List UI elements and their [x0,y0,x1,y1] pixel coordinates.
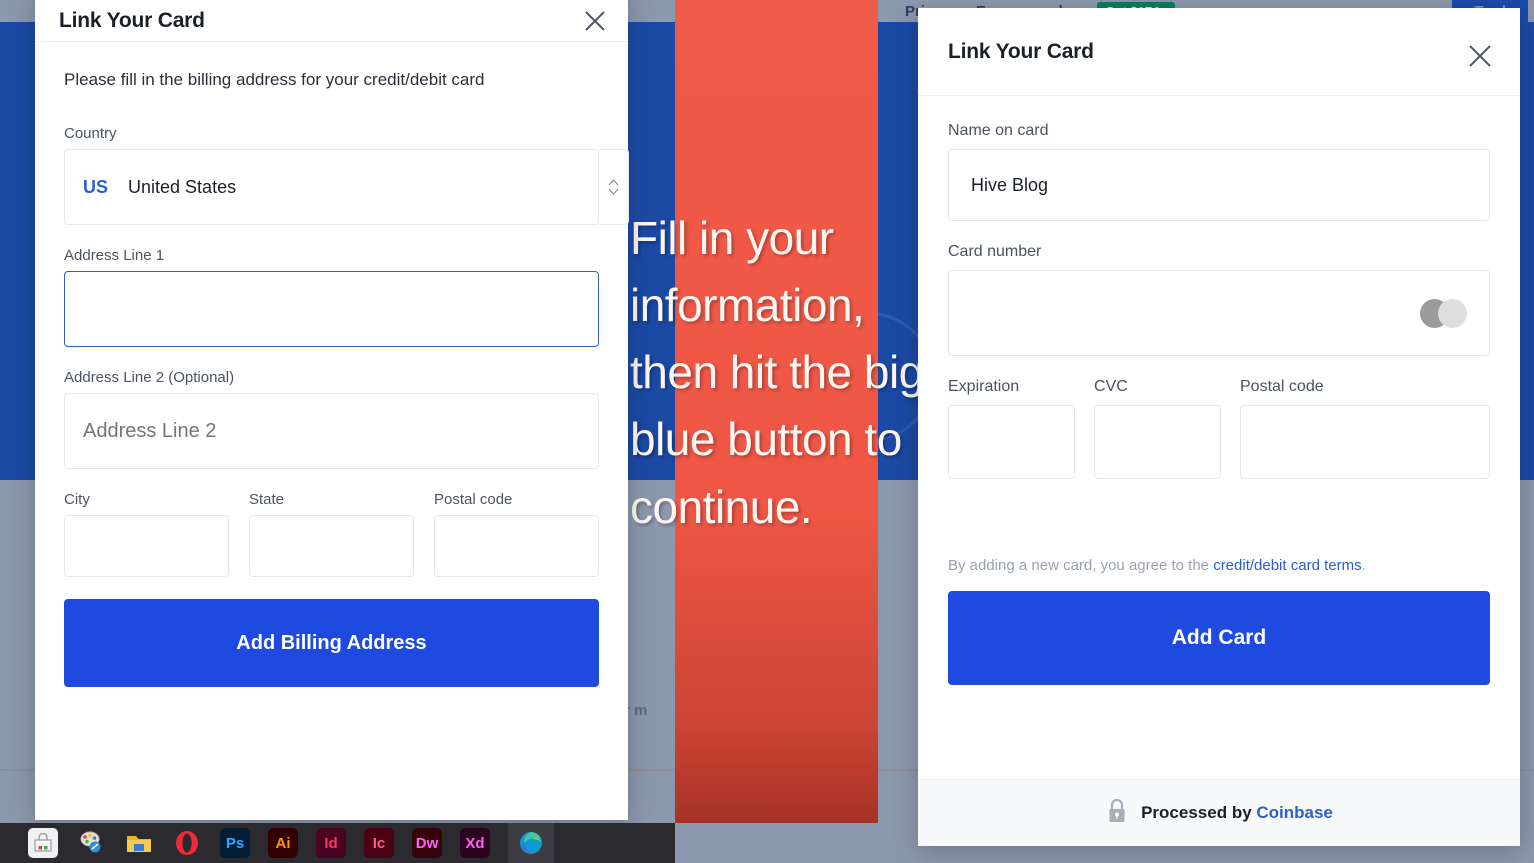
card-modal-footer: Processed by Coinbase [918,779,1520,846]
card-modal-title: Link Your Card [948,39,1094,63]
add-billing-address-button[interactable]: Add Billing Address [64,599,599,687]
expiration-cvc-postal-row: Expiration CVC Postal code [948,378,1490,479]
cvc-input[interactable] [1094,405,1221,479]
cvc-group: CVC [1094,378,1221,479]
link-card-modal: Link Your Card Name on card Hive Blog Ca… [918,8,1520,846]
taskbar-icon-dreamweaver[interactable]: Dw [412,828,442,858]
close-icon[interactable] [1466,42,1494,70]
taskbar-icon-microsoft-store[interactable] [28,828,58,858]
state-input[interactable] [249,515,414,577]
card-number-group: Card number [948,243,1490,356]
card-number-label: Card number [948,243,1042,260]
city-input[interactable] [64,515,229,577]
name-on-card-input[interactable]: Hive Blog [948,149,1490,221]
billing-postal-label: Postal code [434,491,513,508]
taskbar-icon-indesign[interactable]: Id [316,828,346,858]
taskbar-icon-illustrator[interactable]: Ai [268,828,298,858]
state-group: State [249,491,414,577]
billing-intro-text: Please fill in the billing address for y… [64,70,485,89]
chevron-up-down-icon[interactable] [599,149,629,225]
country-row: US United States [64,149,629,225]
screen-root: Prices Earn rewards Get $174+ Trad se. r… [0,0,1534,863]
coinbase-brand-link[interactable]: Coinbase [1256,803,1333,822]
city-group: City [64,491,229,577]
processed-by-prefix: Processed by [1141,803,1257,822]
address2-label: Address Line 2 (Optional) [64,369,235,386]
cvc-label: CVC [1094,378,1128,395]
card-postal-label: Postal code [1240,378,1324,395]
lock-icon [1105,798,1129,829]
mastercard-icon [1420,298,1467,328]
country-value: United States [128,176,237,197]
billing-modal-body: Please fill in the billing address for y… [35,42,629,687]
card-postal-input[interactable] [1240,405,1490,479]
card-postal-group: Postal code [1240,378,1490,479]
taskbar-icon-adobe-xd[interactable]: Xd [460,828,490,858]
credit-debit-card-terms-link[interactable]: credit/debit card terms [1213,557,1361,574]
address2-input[interactable] [64,393,599,469]
card-terms-suffix: . [1361,557,1366,574]
expiration-input[interactable] [948,405,1075,479]
taskbar-icon-paint[interactable] [76,828,106,858]
annotation-text: Fill in your information, then hit the b… [630,212,924,533]
processed-by-text: Processed by Coinbase [1141,803,1333,823]
country-code: US [83,176,109,197]
close-icon[interactable] [582,8,608,34]
country-group: Country US United States [64,125,629,225]
city-state-postal-row: City State Postal code [64,491,599,577]
taskbar-icon-file-explorer[interactable] [124,828,154,858]
taskbar-icon-microsoft-edge[interactable] [508,823,554,863]
city-label: City [64,491,90,508]
billing-modal-header: Link Your Card [35,0,628,42]
card-terms-prefix: By adding a new card, you agree to the [948,557,1214,574]
country-label: Country [64,125,117,142]
expiration-label: Expiration [948,378,1020,395]
name-on-card-value: Hive Blog [971,174,1049,195]
taskbar-icon-incopy[interactable]: Ic [364,828,394,858]
card-terms-text: By adding a new card, you agree to the c… [948,557,1490,574]
address1-label: Address Line 1 [64,247,165,264]
add-card-button[interactable]: Add Card [948,591,1490,685]
billing-address-modal: Link Your Card Please fill in the billin… [35,0,629,820]
expiration-group: Expiration [948,378,1075,479]
card-number-input[interactable] [948,270,1490,356]
windows-taskbar: Ps Ai Id Ic Dw Xd [0,823,675,863]
billing-postal-input[interactable] [434,515,599,577]
billing-modal-title: Link Your Card [59,8,205,32]
name-on-card-group: Name on card Hive Blog [948,122,1490,221]
name-on-card-label: Name on card [948,122,1049,139]
billing-postal-group: Postal code [434,491,599,577]
country-select[interactable]: US United States [64,149,599,225]
card-modal-header: Link Your Card [918,8,1520,96]
state-label: State [249,491,285,508]
address1-input[interactable] [64,271,599,347]
taskbar-icon-opera[interactable] [172,828,202,858]
address1-group: Address Line 1 [64,247,599,347]
card-modal-body: Name on card Hive Blog Card number Expir… [918,96,1520,685]
taskbar-icon-photoshop[interactable]: Ps [220,828,250,858]
address2-group: Address Line 2 (Optional) [64,369,599,469]
